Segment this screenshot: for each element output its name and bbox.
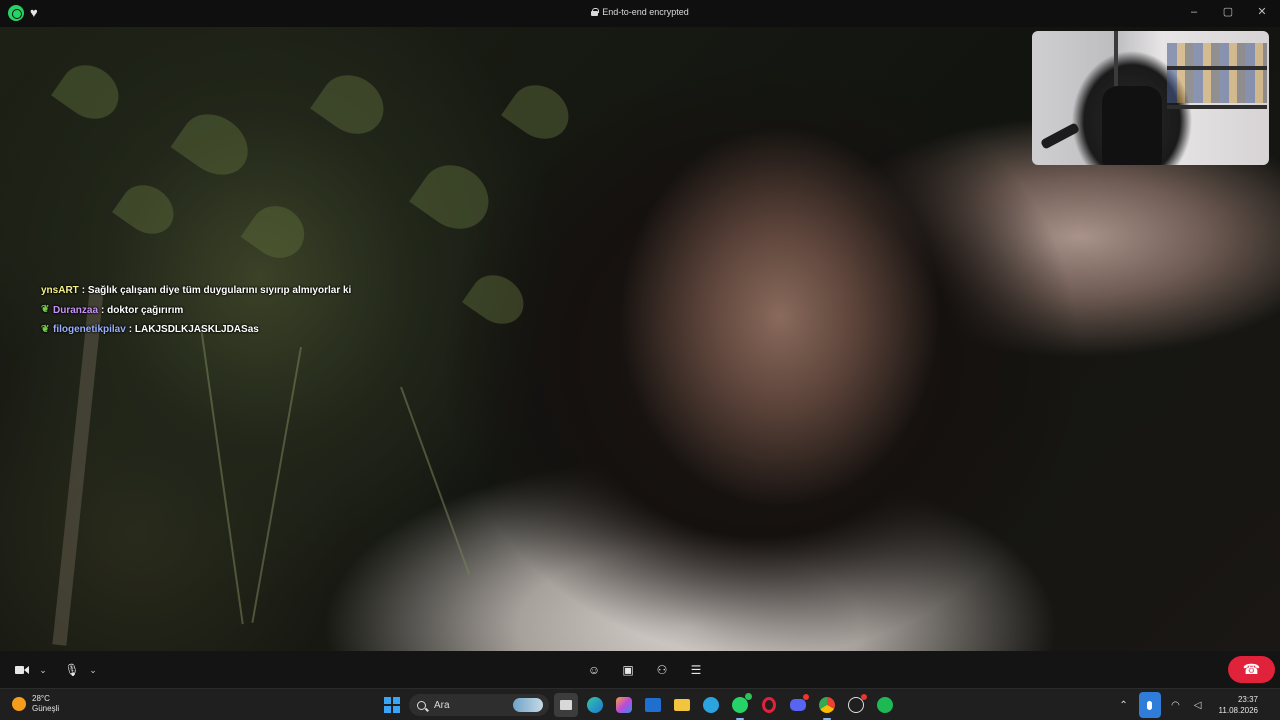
chrome-icon[interactable] bbox=[815, 693, 839, 720]
microphone-active-icon[interactable] bbox=[1138, 692, 1161, 718]
vine-line bbox=[400, 386, 471, 576]
captions-icon[interactable]: ☰ bbox=[686, 660, 706, 680]
call-actions-group: ☺ ▣ ⚇ ☰ bbox=[584, 659, 706, 681]
shelf bbox=[1167, 105, 1267, 109]
opera-icon[interactable] bbox=[757, 693, 781, 717]
leaf-shape bbox=[170, 101, 260, 188]
chat-username: ynsART bbox=[41, 285, 79, 296]
maximize-icon[interactable]: ▢ bbox=[1220, 4, 1236, 20]
sun-icon bbox=[12, 697, 26, 711]
encryption-status: End-to-end encrypted bbox=[0, 7, 1280, 17]
chevron-up-icon[interactable]: ⌃ bbox=[1117, 700, 1131, 711]
weather-widget[interactable]: 28°C Güneşli bbox=[12, 694, 59, 714]
github-icon[interactable] bbox=[844, 693, 868, 717]
leaf-shape bbox=[462, 265, 533, 334]
leaf-shape bbox=[51, 54, 129, 130]
chat-text: : Sağlık çalışanı diye tüm duygularını s… bbox=[81, 285, 352, 296]
window-controls: – ▢ ✕ bbox=[1186, 4, 1270, 20]
chevron-down-icon[interactable]: ⌄ bbox=[38, 660, 48, 680]
emoji-icon[interactable]: ☺ bbox=[584, 660, 604, 680]
vine-line bbox=[251, 346, 302, 623]
chat-text: : LAKJSDLKJASKLJDASas bbox=[128, 324, 259, 335]
copilot-icon[interactable] bbox=[612, 693, 636, 717]
taskbar-apps: Ara bbox=[380, 693, 897, 720]
chat-text: : doktor çağırırım bbox=[101, 304, 184, 316]
chat-username: filogenetikpilav bbox=[53, 324, 126, 335]
edge-icon[interactable] bbox=[583, 693, 607, 717]
end-call-button[interactable]: ☎ bbox=[1228, 656, 1275, 683]
clock-date: 11.08.2026 bbox=[1218, 706, 1258, 715]
end-call-icon: ☎ bbox=[1242, 661, 1261, 677]
sub-badge-icon: ❦ bbox=[41, 304, 50, 316]
leaf-shape bbox=[310, 63, 395, 146]
notification-badge bbox=[803, 694, 809, 700]
minimize-icon[interactable]: – bbox=[1186, 4, 1202, 20]
notification-badge bbox=[861, 694, 867, 700]
notification-badge bbox=[745, 693, 752, 700]
whatsapp-call-window: ♥ End-to-end encrypted – ▢ ✕ ynsART : Sa… bbox=[0, 0, 1280, 720]
chat-message: ❦ Duranzaa : doktor çağırırım bbox=[41, 301, 351, 321]
microphone-icon[interactable]: 🎙︎ bbox=[62, 660, 82, 680]
microphone-arm bbox=[1039, 122, 1081, 150]
encryption-label: End-to-end encrypted bbox=[602, 7, 689, 17]
gaming-chair bbox=[1102, 86, 1162, 165]
leaf-shape bbox=[112, 175, 183, 244]
chat-username: Duranzaa bbox=[53, 304, 99, 316]
tree-trunk bbox=[52, 286, 104, 646]
weather-text: 28°C Güneşli bbox=[32, 694, 59, 714]
clock[interactable]: 23:37 11.08.2026 bbox=[1219, 694, 1258, 716]
system-tray: ⌃ ◠ ◁ 23:37 11.08.2026 bbox=[1117, 689, 1280, 720]
search-placeholder: Ara bbox=[434, 699, 450, 711]
screen-share-icon[interactable]: ▣ bbox=[618, 660, 638, 680]
search-highlight-image bbox=[513, 698, 543, 712]
close-icon[interactable]: ✕ bbox=[1254, 4, 1270, 20]
search-box[interactable]: Ara bbox=[409, 694, 549, 716]
media-toggle-group: ⌄ 🎙︎ ⌄ bbox=[12, 659, 98, 681]
add-participant-icon[interactable]: ⚇ bbox=[652, 660, 672, 680]
lock-icon bbox=[591, 8, 600, 16]
chat-message: ❦ filogenetikpilav : LAKJSDLKJASKLJDASas bbox=[41, 320, 351, 340]
clock-time: 23:37 bbox=[1237, 695, 1258, 704]
weather-desc: Güneşli bbox=[32, 704, 60, 713]
telegram-icon[interactable] bbox=[699, 693, 723, 717]
call-controls-bar: ⌄ 🎙︎ ⌄ ☺ ▣ ⚇ ☰ bbox=[0, 651, 1280, 688]
weather-temp: 28°C bbox=[32, 694, 50, 703]
volume-icon[interactable]: ◁ bbox=[1191, 700, 1205, 711]
leaf-shape bbox=[409, 152, 501, 242]
self-view-video[interactable] bbox=[1032, 31, 1269, 165]
spotify-icon[interactable] bbox=[873, 693, 897, 717]
chat-overlay: ynsART : Sağlık çalışanı diye tüm duygul… bbox=[41, 281, 351, 340]
search-icon bbox=[417, 700, 426, 710]
whatsapp-taskbar-icon[interactable] bbox=[728, 693, 752, 720]
shelf bbox=[1167, 66, 1267, 70]
sub-badge-icon: ❦ bbox=[41, 323, 50, 335]
windows-taskbar: 28°C Güneşli Ara ⌃ ◠ ◁ 23:37 11.08.2026 bbox=[0, 688, 1280, 720]
folder-icon[interactable] bbox=[670, 693, 694, 717]
wifi-icon[interactable]: ◠ bbox=[1169, 700, 1183, 711]
chevron-down-icon[interactable]: ⌄ bbox=[88, 660, 98, 680]
video-camera-icon[interactable] bbox=[12, 660, 32, 680]
file-manager-icon[interactable] bbox=[554, 693, 578, 717]
discord-icon[interactable] bbox=[786, 693, 810, 717]
chat-message: ynsART : Sağlık çalışanı diye tüm duygul… bbox=[41, 281, 351, 301]
leaf-shape bbox=[501, 74, 579, 150]
shelf-items bbox=[1167, 43, 1267, 103]
outlook-icon[interactable] bbox=[641, 693, 665, 717]
title-bar: ♥ End-to-end encrypted – ▢ ✕ bbox=[0, 0, 1280, 27]
windows-start-icon[interactable] bbox=[380, 693, 404, 717]
leaf-shape bbox=[240, 195, 315, 269]
vine-line bbox=[200, 326, 244, 625]
